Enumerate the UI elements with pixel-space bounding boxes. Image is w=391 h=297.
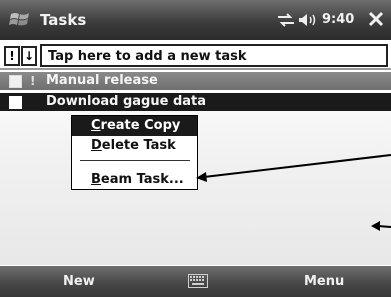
menu-item-create-copy[interactable]: Create Copy	[72, 116, 197, 136]
menu-separator	[80, 160, 190, 161]
connectivity-icon[interactable]	[276, 13, 296, 27]
close-icon[interactable]	[367, 10, 385, 28]
new-task-bar: ! ↓ Tap here to add a new task	[0, 40, 391, 70]
menu-item-beam-task[interactable]: Beam Task...	[72, 170, 197, 190]
priority-button[interactable]: !	[4, 46, 20, 66]
windows-flag-icon[interactable]	[9, 10, 31, 30]
high-priority-icon: !	[30, 74, 36, 88]
task-checkbox[interactable]	[9, 75, 22, 88]
softkey-bar: New Menu	[0, 266, 391, 297]
context-menu: Create Copy Delete Task Beam Task...	[71, 115, 198, 190]
new-task-input[interactable]: Tap here to add a new task	[40, 44, 388, 67]
task-row[interactable]: ! Manual release	[0, 72, 391, 90]
menu-item-mnemonic: D	[91, 138, 102, 153]
menu-softkey[interactable]: Menu	[304, 274, 344, 289]
menu-item-label: reate Copy	[100, 118, 181, 133]
speaker-icon[interactable]	[299, 12, 321, 28]
keyboard-icon[interactable]	[188, 274, 208, 288]
task-label: Download gague data	[46, 94, 207, 109]
app-title: Tasks	[40, 11, 87, 29]
menu-item-delete-task[interactable]: Delete Task	[72, 136, 197, 156]
new-softkey[interactable]: New	[63, 274, 95, 289]
menu-item-mnemonic: B	[91, 172, 101, 187]
task-label: Manual release	[46, 73, 158, 88]
menu-item-label: elete Task	[101, 138, 176, 153]
sort-button[interactable]: ↓	[21, 46, 37, 66]
clock[interactable]: 9:40	[322, 12, 354, 27]
menu-item-label: eam Task...	[100, 172, 184, 187]
title-bar: Tasks 9:40	[0, 0, 391, 40]
task-checkbox[interactable]	[9, 96, 22, 109]
menu-item-mnemonic: C	[91, 118, 101, 133]
task-row-selected[interactable]: Download gague data	[0, 93, 391, 111]
